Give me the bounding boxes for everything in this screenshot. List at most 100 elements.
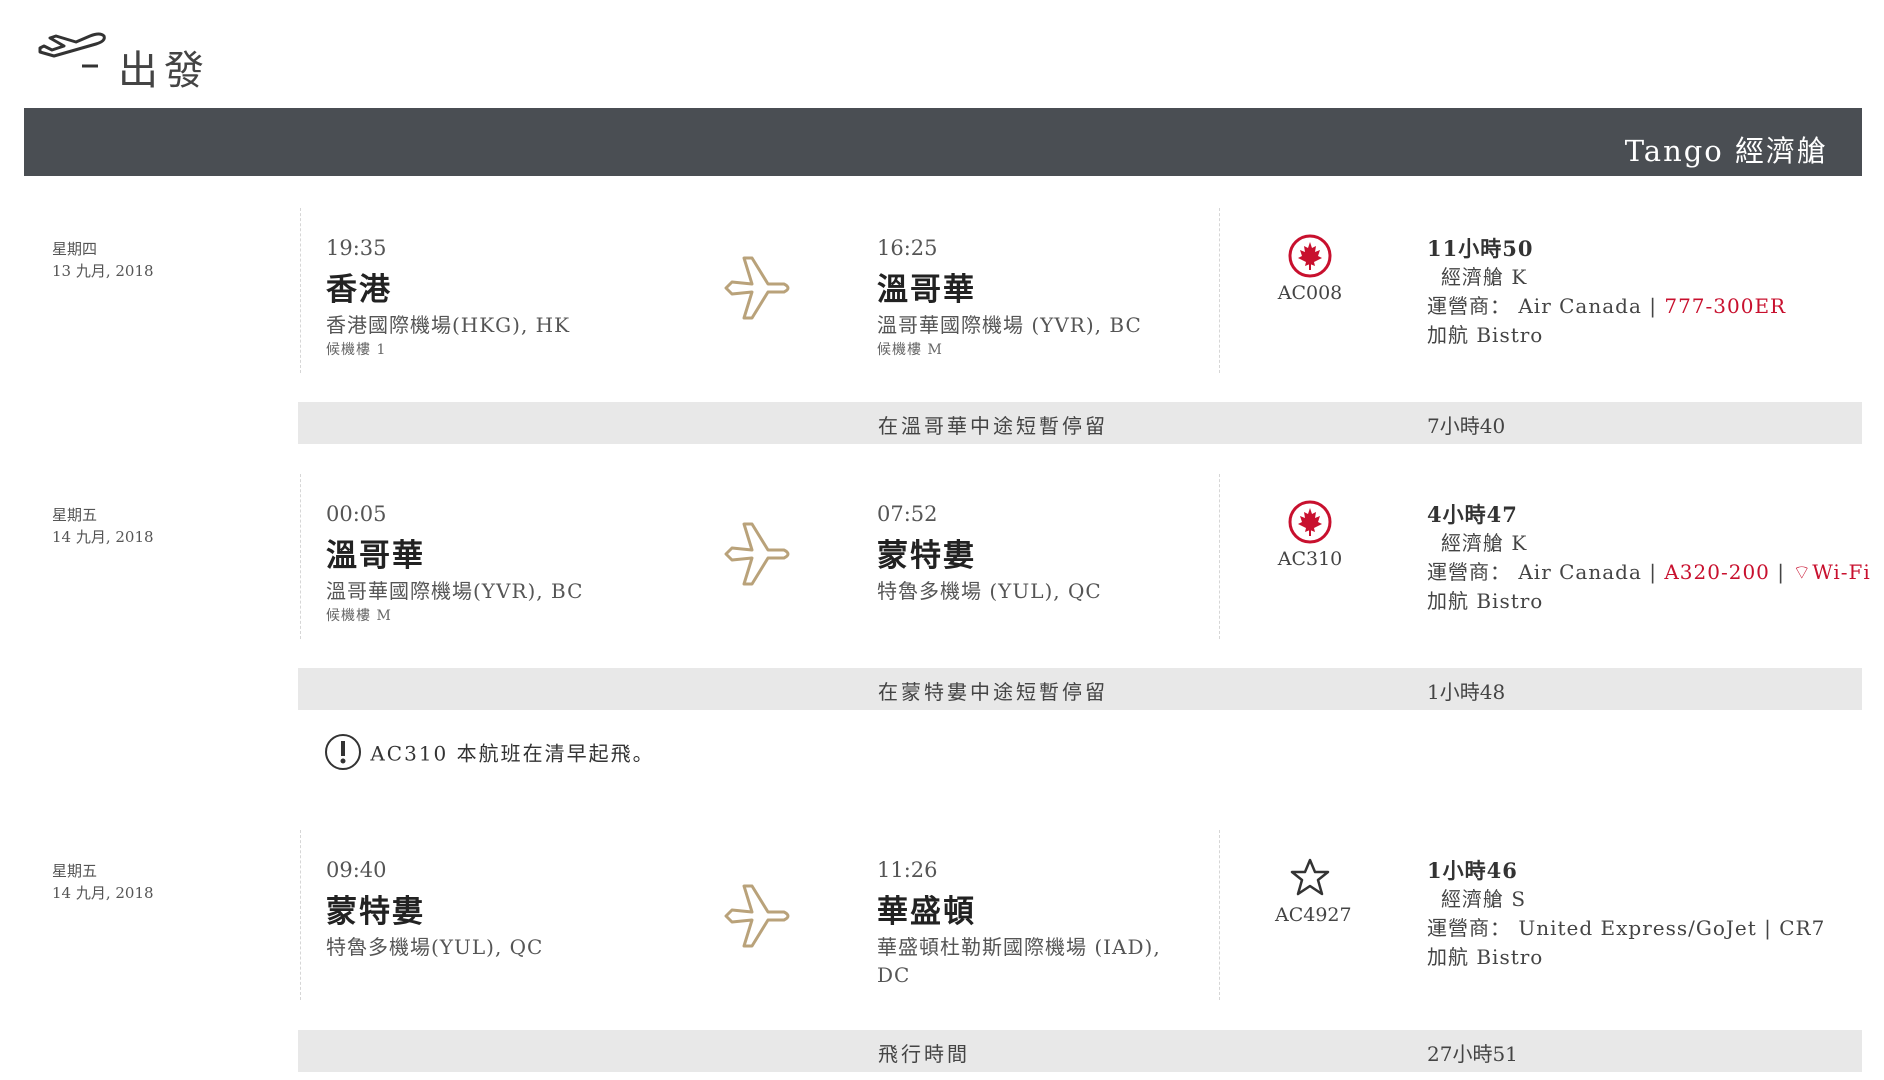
date: 14 九月, 2018 (52, 528, 154, 546)
wifi-label: Wi-Fi (1812, 560, 1871, 584)
operator-line: 運營商： Air Canada | 777-300ER (1427, 292, 1786, 321)
plane-icon (724, 884, 790, 948)
segment-date: 星期五 14 九月, 2018 (52, 504, 154, 548)
layover-bar: 在蒙特婁中途短暫停留 1小時48 (298, 668, 1862, 710)
airline: AC310 (1275, 500, 1345, 570)
arrival-city: 蒙特婁 (877, 538, 976, 574)
total-label: 飛行時間 (878, 1042, 970, 1066)
cabin-band: Tango 經濟艙 (24, 108, 1862, 176)
air-canada-maple-leaf-icon (1288, 234, 1332, 278)
operator: Air Canada (1518, 294, 1642, 318)
arrival-airport: 溫哥華國際機場 (YVR), BC (877, 313, 1142, 337)
divider (300, 474, 301, 639)
departure-time: 19:35 (326, 236, 387, 260)
flight-duration: 11小時50 (1427, 236, 1534, 261)
flight-duration: 1小時46 (1427, 858, 1518, 883)
divider (1219, 474, 1220, 639)
flight-info: 11小時50 經濟艙 K 運營商： Air Canada | 777-300ER… (1427, 234, 1786, 350)
flight-number: AC310 (1277, 548, 1343, 570)
flight-segment-2: 星期五 14 九月, 2018 00:05 溫哥華 溫哥華國際機場(YVR), … (0, 474, 1884, 644)
weekday: 星期五 (52, 506, 98, 524)
airline: AC4927 (1275, 856, 1352, 926)
meal-service: 加航 Bistro (1427, 589, 1544, 613)
wifi-link[interactable]: ⌔Wi-Fi (1792, 560, 1870, 584)
arrival-city: 溫哥華 (877, 272, 976, 308)
segment-date: 星期四 13 九月, 2018 (52, 238, 154, 282)
flight-number: AC4927 (1275, 904, 1352, 926)
notice-text: AC310 本航班在清早起飛。 (370, 741, 655, 766)
departure-airport: 特魯多機場(YUL), QC (326, 935, 544, 959)
operator-label: 運營商： (1427, 916, 1511, 940)
layover-bar: 在溫哥華中途短暫停留 7小時40 (298, 402, 1862, 444)
wifi-icon: ⌔ (1792, 560, 1813, 584)
departure-airport: 溫哥華國際機場(YVR), BC (326, 579, 584, 603)
departure-terminal: 候機樓 1 (326, 342, 387, 358)
meal-service: 加航 Bistro (1427, 323, 1544, 347)
separator: | (1649, 560, 1657, 584)
departure-header: 出發 (36, 22, 436, 102)
arrival-block: 11:26 華盛頓 華盛頓杜勒斯國際機場 (IAD), DC (877, 858, 1177, 989)
separator: | (1764, 916, 1772, 940)
plane-icon (724, 256, 790, 320)
flight-number: AC008 (1277, 282, 1343, 304)
arrival-city: 華盛頓 (877, 894, 976, 930)
aircraft-type: CR7 (1779, 916, 1826, 940)
date: 13 九月, 2018 (52, 262, 154, 280)
airline: AC008 (1275, 234, 1345, 304)
arrival-airport: 華盛頓杜勒斯國際機場 (IAD), DC (877, 935, 1161, 987)
cabin-class: 經濟艙 K (1441, 531, 1528, 555)
cabin-class: 經濟艙 K (1441, 265, 1528, 289)
cabin-label: Tango 經濟艙 (1624, 134, 1828, 168)
departure-block: 00:05 溫哥華 溫哥華國際機場(YVR), BC 候機樓 M (326, 502, 583, 625)
operator-line: 運營商： United Express/GoJet | CR7 (1427, 914, 1825, 943)
arrival-time: 07:52 (877, 502, 938, 526)
early-departure-notice: AC310 本航班在清早起飛。 (324, 733, 655, 773)
operator-label: 運營商： (1427, 560, 1511, 584)
departure-city: 溫哥華 (326, 538, 425, 574)
meal-service: 加航 Bistro (1427, 945, 1544, 969)
flight-segment-1: 星期四 13 九月, 2018 19:35 香港 香港國際機場(HKG), HK… (0, 208, 1884, 378)
operator-label: 運營商： (1427, 294, 1511, 318)
arrival-block: 16:25 溫哥華 溫哥華國際機場 (YVR), BC 候機樓 M (877, 236, 1177, 359)
divider (300, 208, 301, 373)
page-title: 出發 (118, 48, 210, 94)
weekday: 星期五 (52, 862, 98, 880)
plane-takeoff-icon (38, 32, 106, 68)
arrival-terminal: 候機樓 M (877, 342, 943, 358)
arrival-block: 07:52 蒙特婁 特魯多機場 (YUL), QC (877, 502, 1177, 605)
operator-line: 運營商： Air Canada | A320-200 | ⌔Wi-Fi (1427, 558, 1871, 587)
operator: Air Canada (1518, 560, 1642, 584)
weekday: 星期四 (52, 240, 98, 258)
departure-city: 香港 (326, 272, 392, 308)
total-duration: 27小時51 (1427, 1042, 1518, 1066)
departure-terminal: 候機樓 M (326, 608, 392, 624)
segment-date: 星期五 14 九月, 2018 (52, 860, 154, 904)
departure-city: 蒙特婁 (326, 894, 425, 930)
layover-label: 在蒙特婁中途短暫停留 (878, 680, 1108, 704)
air-canada-maple-leaf-icon (1288, 500, 1332, 544)
cabin-class: 經濟艙 S (1441, 887, 1527, 911)
departure-block: 19:35 香港 香港國際機場(HKG), HK 候機樓 1 (326, 236, 570, 359)
departure-airport: 香港國際機場(HKG), HK (326, 313, 571, 337)
plane-icon (724, 522, 790, 586)
alert-icon (325, 734, 361, 770)
aircraft-type-link[interactable]: 777-300ER (1664, 294, 1786, 318)
flight-segment-3: 星期五 14 九月, 2018 09:40 蒙特婁 特魯多機場(YUL), QC… (0, 830, 1884, 1005)
arrival-time: 16:25 (877, 236, 938, 260)
layover-label: 在溫哥華中途短暫停留 (878, 414, 1108, 438)
aircraft-type-link[interactable]: A320-200 (1664, 560, 1770, 584)
flight-info: 1小時46 經濟艙 S 運營商： United Express/GoJet | … (1427, 856, 1825, 972)
divider (300, 830, 301, 1000)
separator: | (1777, 560, 1786, 584)
operator: United Express/GoJet (1518, 916, 1757, 940)
divider (1219, 208, 1220, 373)
departure-block: 09:40 蒙特婁 特魯多機場(YUL), QC (326, 858, 543, 961)
departure-time: 09:40 (326, 858, 387, 882)
layover-duration: 7小時40 (1427, 414, 1506, 438)
layover-duration: 1小時48 (1427, 680, 1506, 704)
separator: | (1649, 294, 1657, 318)
arrival-time: 11:26 (877, 858, 938, 882)
arrival-airport: 特魯多機場 (YUL), QC (877, 579, 1102, 603)
flight-duration: 4小時47 (1427, 502, 1518, 527)
star-alliance-icon (1290, 858, 1330, 896)
